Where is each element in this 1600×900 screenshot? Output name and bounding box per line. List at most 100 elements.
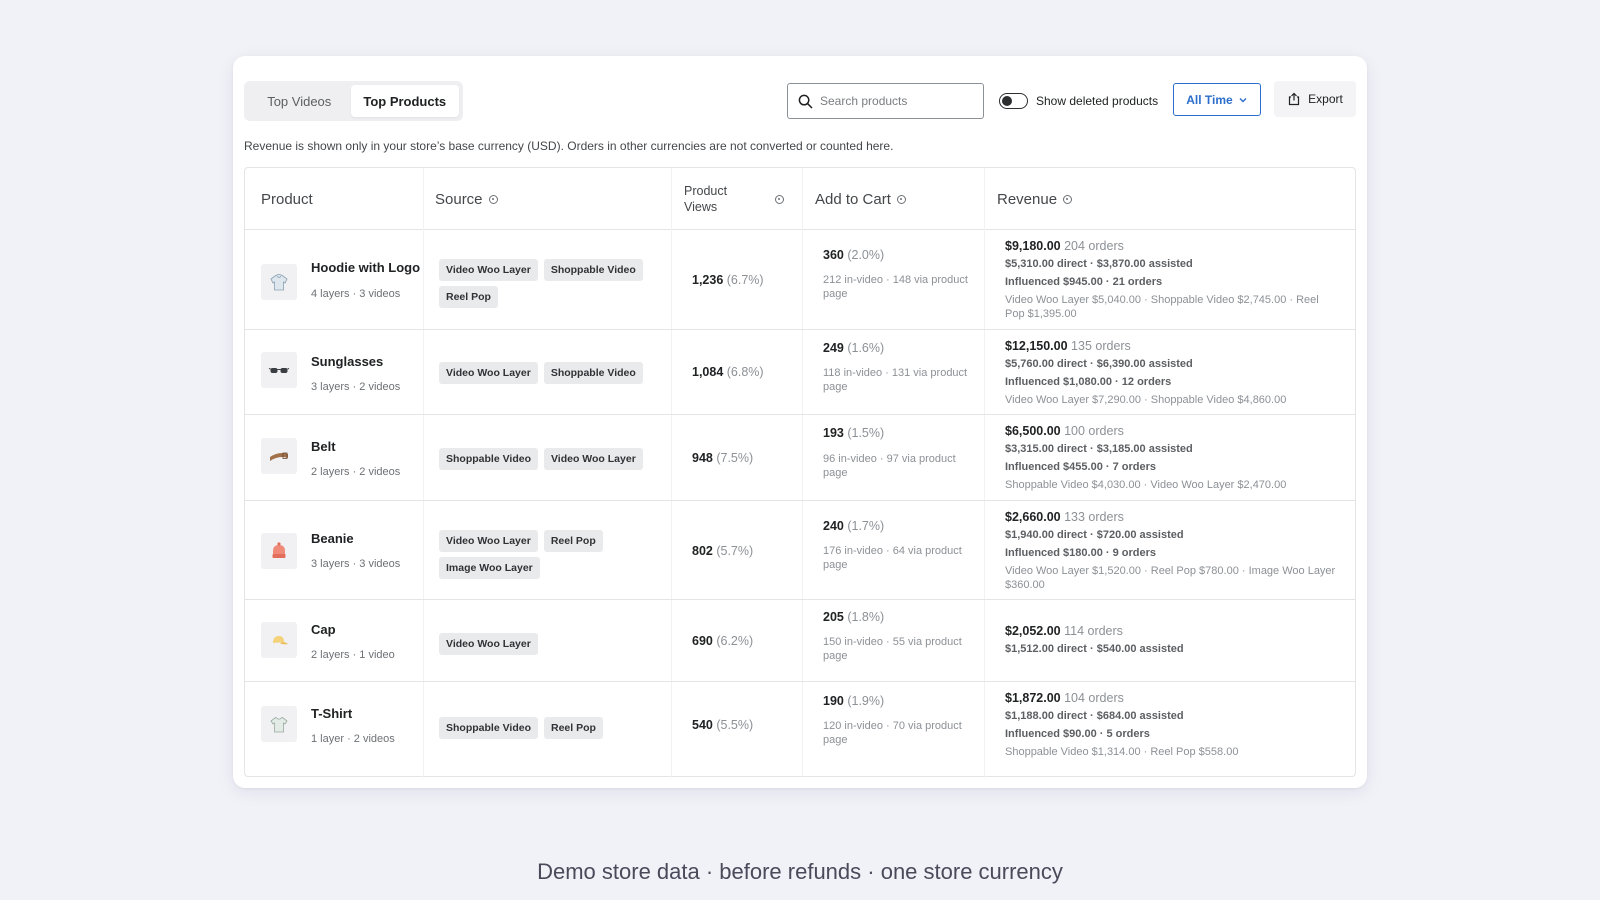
source-badge: Reel Pop bbox=[543, 530, 603, 552]
info-icon[interactable] bbox=[775, 194, 784, 204]
revenue-cell: $9,180.00 204 orders $5,310.00 direct · … bbox=[1005, 239, 1340, 321]
add-to-cart-breakdown: 176 in-video · 64 via product page bbox=[823, 545, 962, 571]
product-name[interactable]: Sunglasses bbox=[311, 354, 383, 369]
source-badge: Reel Pop bbox=[543, 717, 603, 739]
date-range-select[interactable]: All Time bbox=[1173, 83, 1261, 116]
table-row[interactable]: Sunglasses 3 layers · 2 videos Video Woo… bbox=[245, 330, 1355, 415]
source-badges: Video Woo Layer Shoppable Video Reel Pop bbox=[439, 259, 644, 308]
source-badge: Video Woo Layer bbox=[439, 530, 538, 552]
col-revenue[interactable]: Revenue bbox=[997, 168, 1073, 230]
revenue-total: $2,052.00 114 orders bbox=[1005, 624, 1123, 638]
cap-icon bbox=[273, 636, 288, 645]
revenue-total: $12,150.00 135 orders bbox=[1005, 339, 1131, 353]
add-to-cart-count: 205 (1.8%) bbox=[823, 610, 885, 624]
show-deleted-toggle[interactable] bbox=[999, 93, 1028, 109]
footer-caption: Demo store data · before refunds · one s… bbox=[537, 859, 1063, 884]
product-name[interactable]: Cap bbox=[311, 622, 336, 637]
revenue-split: $3,315.00 direct · $3,185.00 assisted bbox=[1005, 443, 1193, 455]
tab-top-products[interactable]: Top Products bbox=[350, 85, 459, 117]
table-header: Product Source Product Views Add to Cart … bbox=[245, 168, 1355, 230]
col-add-to-cart[interactable]: Add to Cart bbox=[815, 168, 906, 230]
source-badges: Shoppable Video Reel Pop bbox=[439, 717, 644, 739]
product-thumbnail bbox=[261, 264, 297, 300]
products-table: Product Source Product Views Add to Cart … bbox=[244, 167, 1356, 778]
col-product[interactable]: Product bbox=[261, 168, 313, 230]
product-name[interactable]: Beanie bbox=[311, 531, 354, 546]
product-views: 1,236 (6.7%) bbox=[692, 273, 764, 287]
revenue-split: $5,310.00 direct · $3,870.00 assisted bbox=[1005, 258, 1193, 270]
source-badges: Video Woo Layer Shoppable Video bbox=[439, 362, 644, 384]
source-badge: Reel Pop bbox=[439, 286, 498, 308]
revenue-breakdown: Video Woo Layer $7,290.00 · Shoppable Vi… bbox=[1005, 394, 1287, 406]
show-deleted-label: Show deleted products bbox=[1036, 94, 1159, 108]
source-badges: Shoppable Video Video Woo Layer bbox=[439, 448, 644, 470]
col-source[interactable]: Source bbox=[435, 168, 498, 230]
date-range-label: All Time bbox=[1186, 92, 1233, 107]
revenue-total: $1,872.00 104 orders bbox=[1005, 691, 1124, 705]
info-icon[interactable] bbox=[488, 194, 498, 204]
tab-group: Top Videos Top Products bbox=[244, 81, 463, 121]
product-views: 948 (7.5%) bbox=[692, 451, 754, 465]
source-badge: Shoppable Video bbox=[439, 448, 538, 470]
revenue-breakdown: Shoppable Video $4,030.00 · Video Woo La… bbox=[1005, 479, 1287, 491]
product-name[interactable]: Hoodie with Logo bbox=[311, 260, 420, 275]
product-meta: 2 layers · 1 video bbox=[311, 649, 395, 661]
product-meta: 1 layer · 2 videos bbox=[311, 733, 395, 745]
export-icon bbox=[1289, 92, 1300, 106]
col-product-views[interactable]: Product Views bbox=[684, 168, 784, 230]
revenue-split: $1,512.00 direct · $540.00 assisted bbox=[1005, 643, 1184, 655]
search-box[interactable] bbox=[787, 83, 984, 119]
source-badge: Shoppable Video bbox=[543, 362, 643, 384]
product-views: 802 (5.7%) bbox=[692, 544, 754, 558]
toolbar: Top Videos Top Products Show deleted pro… bbox=[244, 81, 1356, 121]
revenue-split: $5,760.00 direct · $6,390.00 assisted bbox=[1005, 358, 1193, 370]
revenue-influenced: Influenced $455.00 · 7 orders bbox=[1005, 461, 1157, 473]
table-row[interactable]: Beanie 3 layers · 3 videos Video Woo Lay… bbox=[245, 501, 1355, 600]
revenue-influenced: Influenced $945.00 · 21 orders bbox=[1005, 276, 1163, 288]
export-button[interactable]: Export bbox=[1274, 81, 1356, 117]
revenue-breakdown: Shoppable Video $1,314.00 · Reel Pop $55… bbox=[1005, 746, 1239, 758]
table-row[interactable]: Cap 2 layers · 1 video Video Woo Layer 6… bbox=[245, 600, 1355, 682]
revenue-influenced: Influenced $180.00 · 9 orders bbox=[1005, 547, 1157, 559]
chevron-down-icon bbox=[1239, 97, 1247, 102]
add-to-cart-count: 193 (1.5%) bbox=[823, 426, 885, 440]
revenue-split: $1,188.00 direct · $684.00 assisted bbox=[1005, 710, 1184, 722]
export-label: Export bbox=[1308, 92, 1343, 106]
table-row[interactable]: Belt 2 layers · 2 videos Shoppable Video… bbox=[245, 415, 1355, 501]
info-icon[interactable] bbox=[896, 194, 906, 204]
info-icon[interactable] bbox=[1063, 194, 1073, 204]
revenue-cell: $2,052.00 114 orders $1,512.00 direct · … bbox=[1005, 624, 1340, 660]
product-thumbnail bbox=[261, 622, 297, 658]
tshirt-icon bbox=[270, 717, 288, 733]
search-input[interactable] bbox=[820, 94, 970, 108]
revenue-total: $6,500.00 100 orders bbox=[1005, 424, 1124, 438]
revenue-split: $1,940.00 direct · $720.00 assisted bbox=[1005, 529, 1184, 541]
revenue-influenced: Influenced $1,080.00 · 12 orders bbox=[1005, 376, 1172, 388]
source-badges: Video Woo Layer bbox=[439, 633, 644, 655]
add-to-cart-count: 249 (1.6%) bbox=[823, 341, 885, 355]
product-views: 540 (5.5%) bbox=[692, 718, 754, 732]
revenue-influenced: Influenced $90.00 · 5 orders bbox=[1005, 728, 1150, 740]
product-name[interactable]: Belt bbox=[311, 439, 336, 454]
revenue-cell: $1,872.00 104 orders $1,188.00 direct · … bbox=[1005, 691, 1340, 759]
product-thumbnail bbox=[261, 706, 297, 742]
revenue-cell: $6,500.00 100 orders $3,315.00 direct · … bbox=[1005, 424, 1340, 492]
product-thumbnail bbox=[261, 533, 297, 569]
source-badge: Image Woo Layer bbox=[439, 557, 540, 579]
source-badge: Video Woo Layer bbox=[439, 633, 538, 655]
revenue-cell: $12,150.00 135 orders $5,760.00 direct ·… bbox=[1005, 339, 1340, 407]
product-name[interactable]: T-Shirt bbox=[311, 706, 352, 721]
product-thumbnail bbox=[261, 438, 297, 474]
source-badge: Video Woo Layer bbox=[439, 259, 538, 281]
product-meta: 2 layers · 2 videos bbox=[311, 466, 401, 478]
source-badge: Shoppable Video bbox=[543, 259, 643, 281]
search-icon bbox=[798, 94, 813, 108]
hoodie-icon bbox=[270, 274, 288, 291]
add-to-cart-breakdown: 118 in-video · 131 via product page bbox=[823, 367, 968, 393]
tab-top-videos[interactable]: Top Videos bbox=[248, 85, 351, 117]
table-row[interactable]: Hoodie with Logo 4 layers · 3 videos Vid… bbox=[245, 230, 1355, 330]
table-row[interactable]: T-Shirt 1 layer · 2 videos Shoppable Vid… bbox=[245, 682, 1355, 768]
revenue-breakdown: Video Woo Layer $1,520.00 · Reel Pop $78… bbox=[1005, 565, 1336, 591]
product-thumbnail bbox=[261, 352, 297, 388]
add-to-cart-count: 360 (2.0%) bbox=[823, 248, 885, 262]
